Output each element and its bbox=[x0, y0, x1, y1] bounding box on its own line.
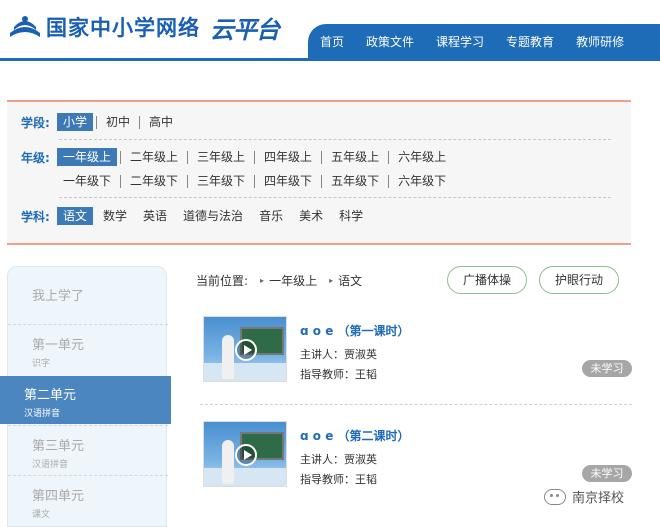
teacher-graphic bbox=[222, 440, 234, 484]
unit-subtitle: 课文 bbox=[32, 510, 51, 520]
site-logo[interactable]: 国家中小学网络 云平台 bbox=[8, 10, 280, 44]
sidebar-item-unit4[interactable]: 第四单元 课文 bbox=[8, 475, 168, 525]
subject-option[interactable]: 美术 bbox=[293, 207, 329, 225]
lesson-teacher: 指导教师：王韬 bbox=[300, 473, 377, 486]
status-badge: 未学习 bbox=[582, 465, 632, 482]
subject-option[interactable]: 数学 bbox=[97, 207, 133, 225]
lesson-thumbnail[interactable] bbox=[203, 316, 287, 382]
subject-option[interactable]: 音乐 bbox=[253, 207, 289, 225]
grade-option[interactable]: 四年级上 bbox=[258, 148, 318, 166]
grade-filter-row2: 一年级下 二年级下 三年级下 四年级下 五年级下 六年级下 bbox=[21, 171, 452, 191]
stage-option-middle[interactable]: 初中 bbox=[100, 113, 136, 131]
play-icon[interactable] bbox=[235, 444, 257, 466]
play-icon[interactable] bbox=[235, 339, 257, 361]
unit-subtitle: 识字 bbox=[32, 359, 51, 369]
breadcrumb-label: 当前位置: bbox=[196, 274, 249, 288]
stage-label: 学段: bbox=[21, 115, 50, 130]
unit-title: 第二单元 bbox=[24, 388, 77, 403]
grade-option[interactable]: 四年级下 bbox=[258, 172, 318, 190]
breadcrumb: 当前位置: ▸ 一年级上 ▸ 语文 bbox=[196, 272, 362, 289]
subject-label: 学科: bbox=[21, 209, 50, 224]
eye-care-button[interactable]: 护眼行动 bbox=[539, 266, 619, 294]
unit-subtitle: 汉语拼音 bbox=[32, 460, 69, 470]
wechat-icon bbox=[544, 488, 566, 505]
watermark: 南京择校 bbox=[544, 487, 624, 506]
nav-courses[interactable]: 课程学习 bbox=[436, 33, 484, 50]
stage-option-high[interactable]: 高中 bbox=[143, 113, 179, 131]
watermark-text: 南京择校 bbox=[572, 491, 625, 506]
subject-option[interactable]: 英语 bbox=[137, 207, 173, 225]
grade-option[interactable]: 三年级下 bbox=[191, 172, 251, 190]
grade-label: 年级: bbox=[21, 150, 50, 165]
grade-option[interactable]: 六年级上 bbox=[392, 148, 452, 166]
broadcast-exercise-button[interactable]: 广播体操 bbox=[447, 266, 527, 294]
main-nav: 首页 政策文件 课程学习 专题教育 教师研修 bbox=[308, 24, 660, 58]
lesson-item: ɑ o e （第一课时） 主讲人：贾淑英 指导教师：王韬 未学习 bbox=[200, 316, 632, 420]
subject-option[interactable]: 科学 bbox=[333, 207, 369, 225]
logo-icon bbox=[10, 16, 40, 37]
subject-option[interactable]: 语文 bbox=[57, 207, 94, 225]
sidebar-item-unit3[interactable]: 第三单元 汉语拼音 bbox=[8, 425, 168, 475]
lesson-item: ɑ o e （第二课时） 主讲人：贾淑英 指导教师：王韬 未学习 bbox=[200, 421, 632, 525]
nav-teacher-training[interactable]: 教师研修 bbox=[576, 33, 624, 50]
sidebar-header[interactable]: 我上学了 bbox=[32, 285, 84, 304]
grade-option[interactable]: 六年级下 bbox=[392, 172, 452, 190]
lesson-title[interactable]: ɑ o e （第二课时） bbox=[300, 427, 410, 444]
subject-filter: 学科: 语文 数学 英语 道德与法治 音乐 美术 科学 bbox=[21, 206, 369, 226]
unit-title: 第三单元 bbox=[32, 439, 85, 454]
breadcrumb-item[interactable]: 一年级上 bbox=[269, 272, 317, 289]
stage-filter: 学段: 小学 初中 高中 bbox=[21, 112, 179, 132]
header: 国家中小学网络 云平台 首页 政策文件 课程学习 专题教育 教师研修 bbox=[0, 0, 660, 58]
lesson-speaker: 主讲人：贾淑英 bbox=[300, 348, 377, 361]
lesson-title[interactable]: ɑ o e （第一课时） bbox=[300, 322, 410, 339]
nav-policy[interactable]: 政策文件 bbox=[366, 33, 414, 50]
filter-panel: 学段: 小学 初中 高中 年级: 一年级上 二年级上 三年级上 四年级上 五年级… bbox=[7, 100, 631, 245]
header-divider bbox=[0, 58, 660, 61]
sidebar-item-unit1[interactable]: 第一单元 识字 bbox=[8, 324, 168, 374]
grade-option[interactable]: 一年级上 bbox=[57, 148, 118, 166]
grade-option[interactable]: 二年级上 bbox=[124, 148, 184, 166]
site-title: 国家中小学网络 bbox=[46, 16, 200, 40]
nav-home[interactable]: 首页 bbox=[320, 33, 344, 50]
lesson-teacher: 指导教师：王韬 bbox=[300, 368, 377, 381]
breadcrumb-item[interactable]: 语文 bbox=[338, 272, 362, 289]
nav-topics[interactable]: 专题教育 bbox=[506, 33, 554, 50]
grade-option[interactable]: 三年级上 bbox=[191, 148, 251, 166]
stage-option-primary[interactable]: 小学 bbox=[57, 113, 94, 131]
sidebar-item-unit2[interactable]: 第二单元 汉语拼音 bbox=[0, 376, 171, 424]
grade-option[interactable]: 二年级下 bbox=[124, 172, 184, 190]
unit-subtitle: 汉语拼音 bbox=[24, 409, 61, 419]
grade-option[interactable]: 一年级下 bbox=[57, 172, 117, 190]
grade-option[interactable]: 五年级下 bbox=[325, 172, 385, 190]
unit-title: 第一单元 bbox=[32, 338, 85, 353]
unit-title: 第四单元 bbox=[32, 489, 85, 504]
lesson-thumbnail[interactable] bbox=[203, 421, 287, 487]
grade-filter-row1: 年级: 一年级上 二年级上 三年级上 四年级上 五年级上 六年级上 bbox=[21, 147, 452, 167]
status-badge: 未学习 bbox=[582, 360, 632, 377]
lesson-speaker: 主讲人：贾淑英 bbox=[300, 453, 377, 466]
subject-option[interactable]: 道德与法治 bbox=[177, 207, 249, 225]
chevron-right-icon: ▸ bbox=[329, 276, 334, 285]
grade-option[interactable]: 五年级上 bbox=[325, 148, 385, 166]
site-title-script: 云平台 bbox=[210, 14, 280, 44]
teacher-graphic bbox=[222, 335, 234, 379]
chevron-right-icon: ▸ bbox=[260, 276, 265, 285]
